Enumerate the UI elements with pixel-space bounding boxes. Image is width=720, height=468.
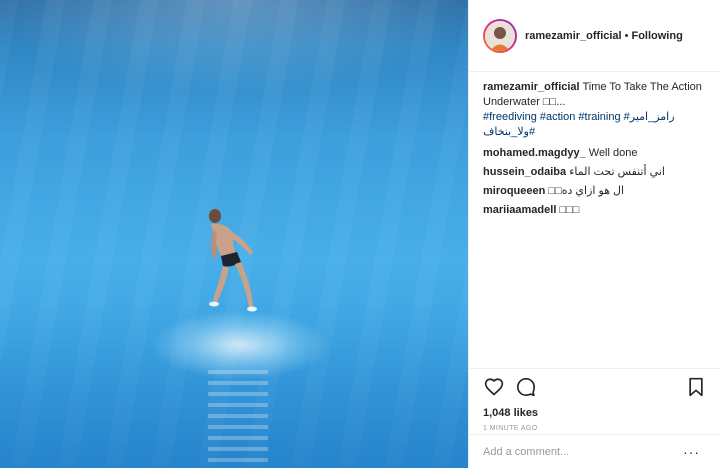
profile-photo-icon — [485, 20, 515, 51]
author-username[interactable]: ramezamir_official — [525, 30, 622, 42]
post-photo[interactable] — [0, 0, 468, 468]
comment-input[interactable] — [483, 445, 683, 458]
post-sidebar: ramezamir_official • Following ramezamir_o… — [468, 0, 720, 468]
post-caption: ramezamir_official Time To Take The Acti… — [483, 80, 707, 140]
comment-icon[interactable] — [515, 376, 537, 398]
comment-item: miroqueeen ال هو ازاي ده□□ — [483, 184, 707, 199]
header-text: ramezamir_official • Following — [525, 30, 683, 42]
comment-username[interactable]: mariiaamadell — [483, 204, 556, 216]
add-comment-bar: ··· — [469, 434, 720, 468]
comment-text: ال هو ازاي ده□□ — [548, 185, 625, 197]
follow-status-button[interactable]: Following — [631, 30, 682, 42]
avatar[interactable] — [483, 18, 517, 53]
comment-item: mohamed.magdyy_ Well done — [483, 146, 707, 161]
comment-text: اني أتنفس تحت الماء — [569, 166, 665, 178]
comment-username[interactable]: mohamed.magdyy_ — [483, 147, 586, 159]
heart-icon[interactable] — [483, 376, 505, 398]
action-icons — [483, 375, 707, 399]
comments-panel: ramezamir_official Time To Take The Acti… — [469, 72, 720, 362]
diver-figure — [209, 209, 257, 312]
floor-reflection — [208, 370, 268, 468]
avatar-image — [485, 20, 515, 51]
bookmark-icon[interactable] — [685, 376, 707, 398]
comment-item: hussein_odaiba اني أتنفس تحت الماء — [483, 165, 707, 180]
comment-username[interactable]: hussein_odaiba — [483, 166, 566, 178]
comment-item: mariiaamadell □□□ — [483, 203, 707, 218]
more-options-button[interactable]: ··· — [683, 444, 700, 460]
caption-hashtags[interactable]: #freediving #action #training #رامز_امير… — [483, 110, 707, 140]
post-header: ramezamir_official • Following — [469, 0, 720, 72]
separator-dot: • — [624, 29, 629, 42]
caption-author[interactable]: ramezamir_official — [483, 81, 580, 93]
comment-username[interactable]: miroqueeen — [483, 185, 545, 197]
comment-text: □□□ — [559, 204, 580, 216]
post-timestamp: 1 MINUTE AGO — [483, 425, 538, 432]
likes-count[interactable]: 1,048 likes — [483, 407, 707, 419]
comment-text: Well done — [585, 147, 638, 159]
